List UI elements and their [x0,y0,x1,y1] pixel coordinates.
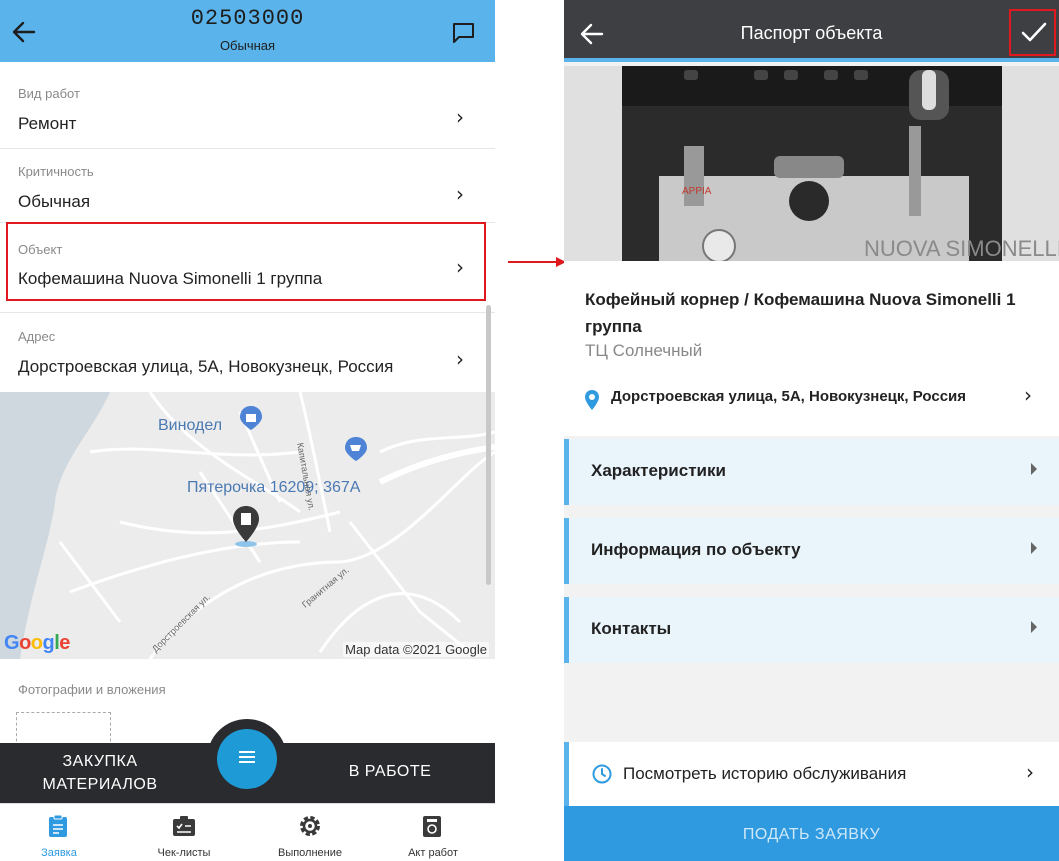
right-screen: Паспорт объекта NUOVA SIMONELLI APPIA Ко… [564,0,1059,861]
nav-label: Чек-листы [157,847,211,859]
history-label: Посмотреть историю обслуживания [623,764,907,783]
left-screen: 02503000 Обычная Вид работ Ремонт › Крит… [0,0,495,861]
field-value: Дорстроевская улица, 5А, Новокузнецк, Ро… [18,357,394,376]
nav-item-work-act[interactable]: Акт работ [371,804,495,861]
transition-arrow-icon [508,257,566,267]
object-title: Кофейный корнер / Кофемашина Nuova Simon… [585,290,1016,336]
in-progress-button[interactable]: В РАБОТЕ [310,763,470,781]
service-history-button[interactable]: Посмотреть историю обслуживания › [564,742,1059,806]
nav-label: Выполнение [277,847,343,859]
section-title: Контакты [591,619,672,638]
chevron-right-icon: › [456,182,464,206]
clipboard-icon [49,814,67,837]
photos-section-label: Фотографии и вложения [18,682,166,697]
caret-right-icon [1031,621,1037,633]
field-value: Ремонт [18,114,77,133]
request-number: 02503000 [190,6,305,31]
clock-icon [592,764,612,784]
field-criticality[interactable]: Критичность Обычная › [0,149,495,223]
coffee-machine-image: NUOVA SIMONELLI APPIA [564,66,1059,261]
nav-item-request[interactable]: Заявка [0,804,121,861]
chevron-right-icon: › [1026,760,1034,784]
nav-label: Акт работ [408,847,458,859]
left-app-header: 02503000 Обычная [0,0,495,62]
object-location: ТЦ Солнечный [585,341,703,360]
chevron-right-icon: › [456,347,464,371]
menu-fab-button[interactable] [217,729,277,789]
field-value: Обычная [18,192,91,211]
location-marker-icon[interactable] [230,504,262,548]
section-contacts[interactable]: Контакты [564,597,1059,663]
address-map[interactable]: Винодел Пятерочка 16209; 367А Капитальна… [0,392,495,659]
object-info-card: Кофейный корнер / Кофемашина Nuova Simon… [564,261,1059,436]
caret-right-icon [1031,542,1037,554]
section-title: Информация по объекту [591,540,801,559]
object-field-highlight [6,222,486,301]
checklist-icon [173,816,195,836]
section-title: Характеристики [591,461,726,480]
button-label-line: МАТЕРИАЛОВ [42,776,158,793]
field-label: Адрес [18,329,56,344]
map-credit: Map data ©2021 Google [343,642,489,657]
object-photo[interactable]: NUOVA SIMONELLI APPIA [564,66,1059,261]
map-place-label: Винодел [158,417,223,434]
bottom-navigation: Заявка Чек-листы Выполнение Акт работ [0,803,495,861]
map-place-label: Пятерочка 16209; 367А [187,479,361,496]
chevron-right-icon: › [1024,383,1032,407]
gear-icon [300,816,320,836]
nav-item-execution[interactable]: Выполнение [248,804,372,861]
field-work-type[interactable]: Вид работ Ремонт › [0,62,495,149]
field-address[interactable]: Адрес Дорстроевская улица, 5А, Новокузне… [0,313,495,392]
scrollbar[interactable] [486,305,491,585]
shopping-bag-pin-icon[interactable] [238,405,264,431]
caret-right-icon [1031,463,1037,475]
google-logo: Google [4,632,70,654]
purchase-materials-button[interactable]: ЗАКУПКА МАТЕРИАЛОВ [20,750,180,796]
hamburger-icon [239,751,255,763]
chat-icon[interactable] [452,22,476,44]
nav-item-checklists[interactable]: Чек-листы [122,804,246,861]
photo-brand-text: NUOVA SIMONELLI [864,236,1059,261]
button-label-line: ЗАКУПКА [62,753,138,770]
section-characteristics[interactable]: Характеристики [564,439,1059,505]
page-title: Паспорт объекта [740,23,883,43]
chevron-right-icon: › [456,105,464,129]
field-label: Вид работ [18,86,80,101]
field-label: Критичность [18,164,94,179]
location-pin-icon [585,390,599,410]
photo-brand-left-text: APPIA [682,186,712,197]
nav-label: Заявка [41,847,77,859]
right-app-header: Паспорт объекта [564,0,1059,62]
confirm-button-highlight [1009,9,1056,56]
cart-pin-icon[interactable] [343,436,369,462]
object-address-link[interactable]: Дорстроевская улица, 5А, Новокузнецк, Ро… [611,388,966,405]
report-icon [423,816,441,837]
section-object-info[interactable]: Информация по объекту [564,518,1059,584]
request-priority: Обычная [219,38,276,53]
submit-request-button[interactable]: ПОДАТЬ ЗАЯВКУ [564,806,1059,861]
